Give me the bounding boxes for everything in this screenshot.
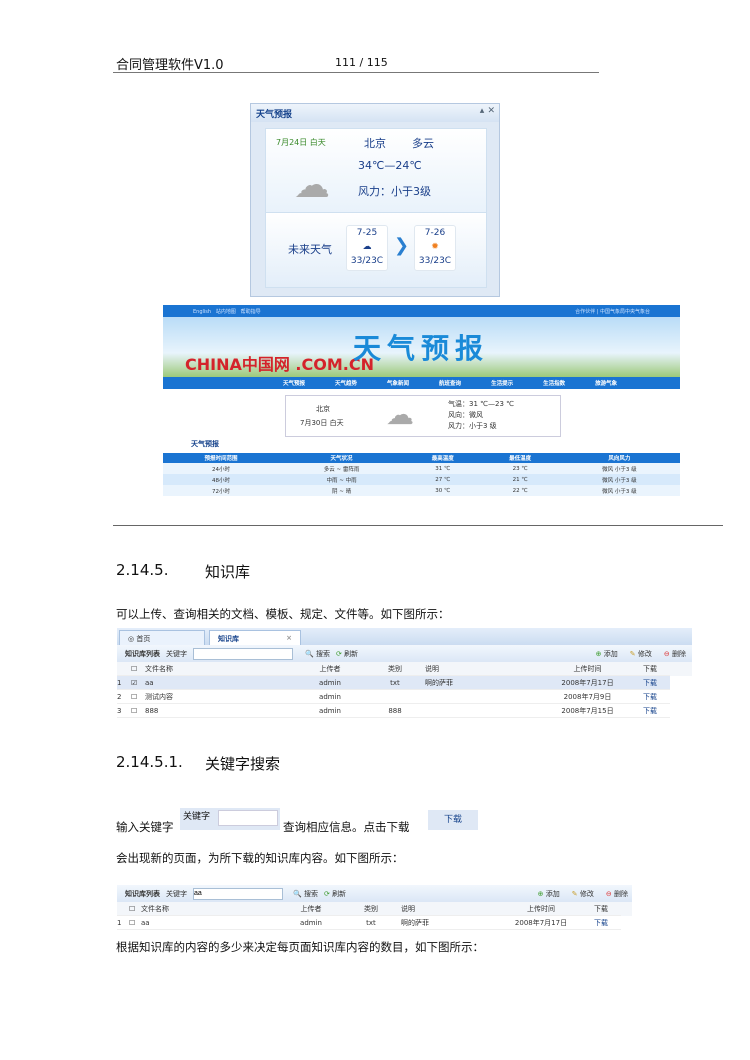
search-button[interactable]: 🔍 搜索	[305, 649, 330, 659]
table-row[interactable]: 1 ☐ aa admin txt 啊的萨菲 2008年7月17日 下载	[117, 916, 632, 930]
table-row: 24小时 多云 ~ 雷阵雨 31 ℃ 23 ℃ 微风 小于3 级	[163, 463, 680, 474]
intro-text: 可以上传、查询相关的文档、模板、规定、文件等。如下图所示：	[116, 607, 450, 621]
widget-condition: 多云	[412, 137, 434, 150]
search-result-screenshot: 知识库列表关键字 🔍 搜索 ⟳ 刷新 ⊕ 添加 ✎ 修改 ⊖ 删除 ☐文件名称上…	[117, 885, 632, 930]
china-logo: CHINA中国网 .COM.CN	[185, 355, 374, 374]
delete-button[interactable]: ⊖ 删除	[606, 889, 628, 899]
table-row[interactable]: 2 ☐ 测试内容 admin 2008年7月9日 下载	[117, 690, 692, 704]
checkbox[interactable]: ☑	[131, 676, 145, 690]
widget-wind: 风力：小于3级	[358, 185, 431, 198]
checkbox[interactable]: ☐	[129, 916, 141, 930]
delete-button[interactable]: ⊖ 删除	[664, 649, 686, 659]
body-text: 输入关键字	[116, 820, 174, 834]
weather-site-screenshot: English 站内地图 帮助指导 合作伙伴 | 中国气象局中央气象台 CHINA…	[163, 305, 680, 525]
forecast-day: 7-26 ✹ 33/23C	[414, 225, 456, 271]
today-box: 北京 7月30日 白天 ☁ 气温：31 ℃—23 ℃ 风向：微风 风力：小于3 …	[285, 395, 561, 437]
knowledge-base-screenshot: ◎ 首页 知识库 × 知识库列表 关键字 🔍 搜索 ⟳ 刷新 ⊕ 添加 ✎ 修改 …	[117, 628, 692, 723]
cloud-icon: ☁	[294, 165, 330, 206]
table-row: 72小时阴 ~ 晴 30 ℃ 22 ℃ 微风 小于3 级	[163, 485, 680, 496]
site-nav: 天气预报 天气趋势 气象新闻 航班查询 生活提示 生活指数 旅游气象	[163, 377, 680, 389]
checkbox[interactable]: ☐	[131, 690, 145, 704]
close-icon[interactable]: ✕	[487, 106, 495, 116]
tab-knowledge-base[interactable]: 知识库 ×	[209, 630, 301, 645]
widget-title: 天气预报	[256, 110, 293, 120]
add-button[interactable]: ⊕ 添加	[596, 649, 618, 659]
close-icon: ×	[286, 634, 292, 642]
download-button-image: 下载	[428, 810, 478, 830]
download-link[interactable]: 下载	[630, 690, 670, 704]
chevron-right-icon: ❯	[394, 235, 410, 256]
collapse-icon[interactable]: ▴	[480, 106, 485, 116]
cloud-icon: ☁	[386, 398, 414, 431]
subsection-number: 2.14.5.1.	[116, 753, 183, 771]
divider	[113, 525, 723, 526]
section-number: 2.14.5.	[116, 561, 169, 579]
banner-title: 天气预报	[353, 332, 490, 365]
keyword-input[interactable]	[193, 647, 293, 660]
search-button[interactable]: 🔍 搜索	[293, 889, 318, 899]
tab-home[interactable]: ◎ 首页	[119, 630, 205, 645]
add-button[interactable]: ⊕ 添加	[538, 889, 560, 899]
header-divider	[113, 72, 599, 73]
weather-widget: 天气预报 ▴ ✕ 7月24日 白天 北京 多云 ☁ 34℃—24℃ 风力：小于3级…	[250, 103, 500, 297]
widget-date: 7月24日 白天	[276, 138, 326, 147]
forecast-table: 预报时间范围 天气状况 最高温度 最低温度 风向风力 24小时 多云 ~ 雷阵雨 31 ℃ 2…	[163, 453, 680, 496]
subsection-title: 关键字搜索	[205, 755, 281, 773]
keyword-field-image: 关键字	[180, 808, 280, 830]
checkbox[interactable]: ☐	[131, 704, 145, 718]
doc-header-title: 合同管理软件V1.0	[116, 58, 224, 73]
keyword-input[interactable]	[193, 887, 283, 900]
section-title: 知识库	[205, 563, 251, 581]
refresh-button[interactable]: ⟳ 刷新	[324, 889, 346, 899]
page-number: 111 / 115	[335, 56, 388, 69]
body-text: 根据知识库的内容的多少来决定每页面知识库内容的数目，如下图所示：	[116, 940, 484, 954]
edit-button[interactable]: ✎ 修改	[630, 649, 652, 659]
body-text: 查询相应信息。点击下载	[283, 820, 410, 834]
banner: CHINA中国网 .COM.CN 天气预报	[163, 317, 680, 377]
widget-city: 北京	[364, 137, 386, 150]
widget-temp: 34℃—24℃	[358, 159, 422, 172]
table-header: ☐ 文件名称 上传者 类别 说明 上传时间 下载	[117, 662, 692, 676]
download-link[interactable]: 下载	[630, 676, 670, 690]
edit-button[interactable]: ✎ 修改	[572, 889, 594, 899]
refresh-button[interactable]: ⟳ 刷新	[336, 649, 358, 659]
body-text: 会出现新的页面，为所下载的知识库内容。如下图所示：	[116, 851, 404, 865]
sun-icon: ✹	[431, 242, 439, 252]
forecast-day: 7-25 ☁ 33/23C	[346, 225, 388, 271]
table-header: ☐ 文件名称 上传者 类别 说明 上传时间 下载	[117, 902, 632, 916]
download-link[interactable]: 下载	[630, 704, 670, 718]
table-row[interactable]: 3 ☐ 888 admin 888 2008年7月15日 下载	[117, 704, 692, 718]
download-link[interactable]: 下载	[581, 916, 621, 930]
future-label: 未来天气	[288, 243, 332, 256]
cloud-icon: ☁	[362, 242, 372, 252]
table-row: 48小时 中雨 ~ 中雨 27 ℃ 21 ℃ 微风 小于3 级	[163, 474, 680, 485]
table-row[interactable]: 1 ☑ aa admin txt 啊的萨菲 2008年7月17日 下载	[117, 676, 692, 690]
